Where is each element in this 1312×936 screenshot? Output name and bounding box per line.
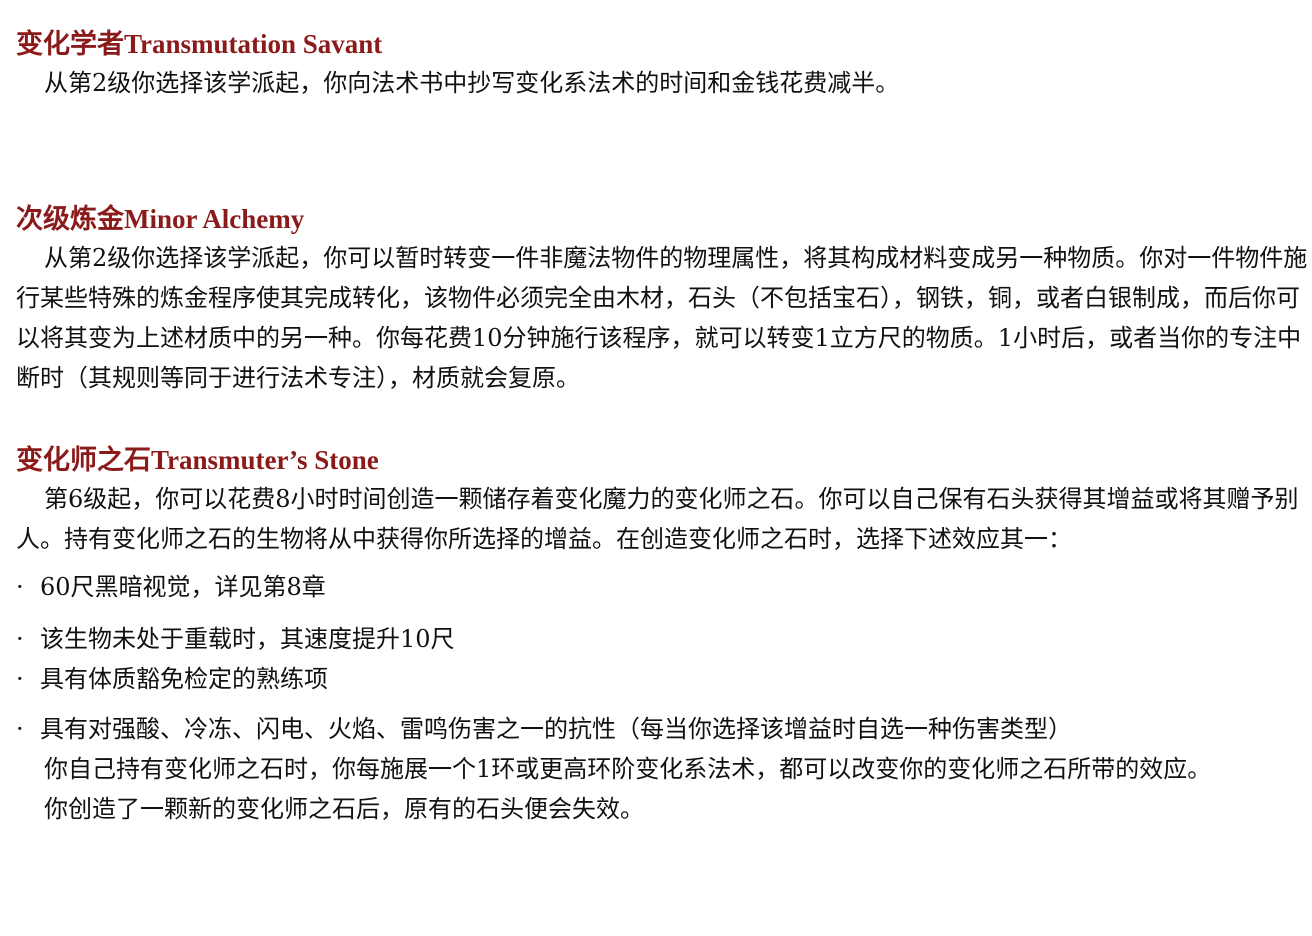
heading-zh: 变化学者 xyxy=(16,29,124,60)
heading-minor-alchemy: 次级炼金Minor Alchemy xyxy=(16,201,1312,238)
heading-en: Transmutation Savant xyxy=(124,29,383,59)
paragraph: 从第2级你选择该学派起，你向法术书中抄写变化系法术的时间和金钱花费减半。 xyxy=(44,69,900,97)
heading-en: Transmuter’s Stone xyxy=(151,445,379,475)
heading-zh: 次级炼金 xyxy=(16,204,124,235)
bullet-marker: · xyxy=(16,573,24,601)
list-item-text: 具有体质豁免检定的熟练项 xyxy=(40,665,328,693)
bullet-marker: · xyxy=(16,715,24,743)
heading-transmuters-stone: 变化师之石Transmuter’s Stone xyxy=(16,442,1312,479)
heading-en: Minor Alchemy xyxy=(124,204,305,234)
paragraph-intro: 第6级起，你可以花费8小时时间创造一颗储存着变化魔力的变化师之石。你可以自己保有… xyxy=(16,485,1299,553)
list-item-text: 具有对强酸、冷冻、闪电、火焰、雷鸣伤害之一的抗性（每当你选择该增益时自选一种伤害… xyxy=(40,715,1072,743)
section-minor-alchemy: 次级炼金Minor Alchemy 从第2级你选择该学派起，你可以暂时转变一件非… xyxy=(16,201,1312,398)
bullet-marker: · xyxy=(16,625,24,653)
heading-zh: 变化师之石 xyxy=(16,445,151,476)
list-item: · 该生物未处于重载时，其速度提升10尺 xyxy=(16,619,1312,659)
list-item-text: 该生物未处于重载时，其速度提升10尺 xyxy=(40,625,455,653)
bullet-marker: · xyxy=(16,665,24,693)
section-transmuters-stone: 变化师之石Transmuter’s Stone 第6级起，你可以花费8小时时间创… xyxy=(16,442,1312,829)
effect-list: · 60尺黑暗视觉，详见第8章 · 该生物未处于重载时，其速度提升10尺 · 具有体质… xyxy=(16,567,1312,749)
list-item: · 具有体质豁免检定的熟练项 xyxy=(16,659,1312,699)
paragraph-outro: 你创造了一颗新的变化师之石后，原有的石头便会失效。 xyxy=(44,795,644,823)
list-item-text: 60尺黑暗视觉，详见第8章 xyxy=(40,573,326,601)
heading-transmutation-savant: 变化学者Transmutation Savant xyxy=(16,26,1312,63)
paragraph: 从第2级你选择该学派起，你可以暂时转变一件非魔法物件的物理属性，将其构成材料变成… xyxy=(16,244,1308,392)
list-item: · 60尺黑暗视觉，详见第8章 xyxy=(16,567,1312,607)
section-transmutation-savant: 变化学者Transmutation Savant 从第2级你选择该学派起，你向法… xyxy=(16,26,1312,103)
paragraph-outro: 你自己持有变化师之石时，你每施展一个1环或更高环阶变化系法术，都可以改变你的变化… xyxy=(44,755,1212,783)
list-item: · 具有对强酸、冷冻、闪电、火焰、雷鸣伤害之一的抗性（每当你选择该增益时自选一种伤… xyxy=(16,709,1312,749)
